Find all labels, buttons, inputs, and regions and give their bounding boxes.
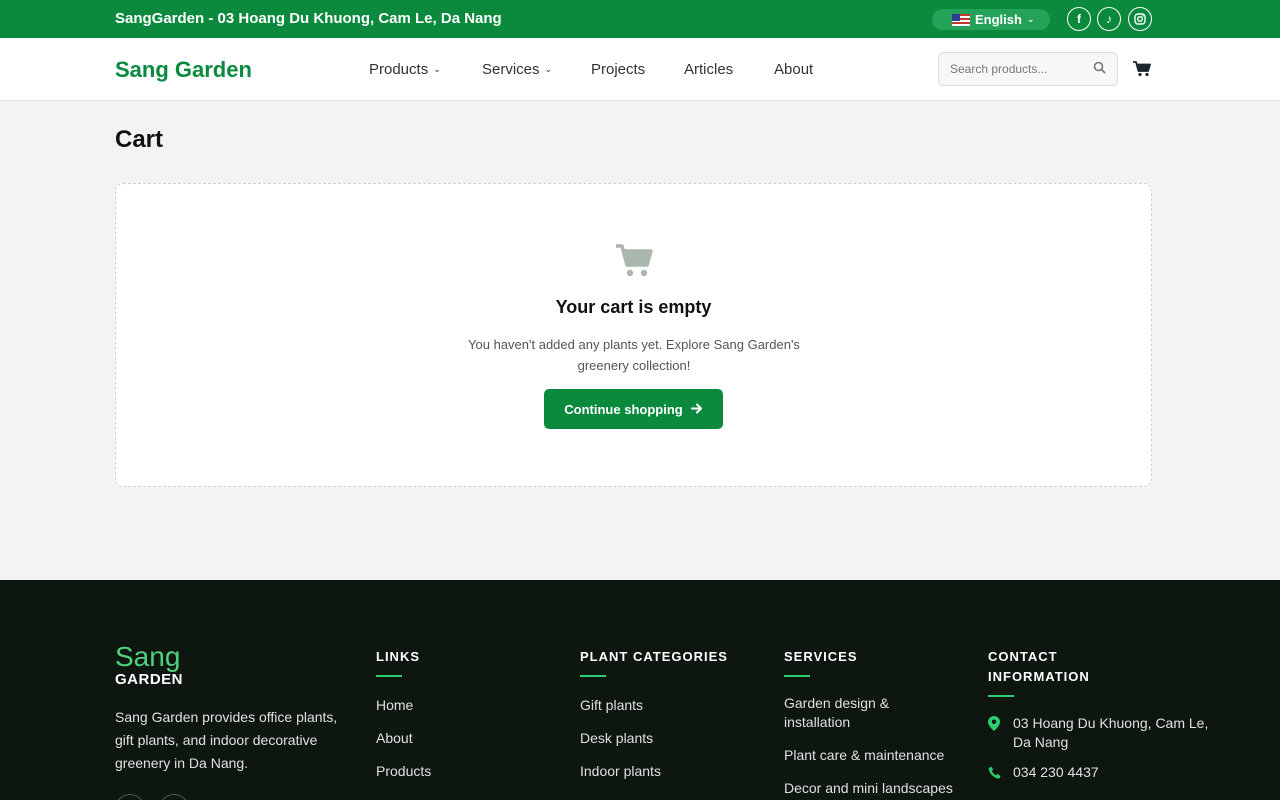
empty-cart-title: Your cart is empty bbox=[555, 297, 712, 317]
map-pin-icon bbox=[988, 716, 1000, 736]
footer-services-heading: SERVICES bbox=[784, 647, 858, 677]
facebook-icon[interactable]: f bbox=[1067, 7, 1091, 31]
store-address: SangGarden - 03 Hoang Du Khuong, Cam Le,… bbox=[115, 10, 502, 27]
top-bar: SangGarden - 03 Hoang Du Khuong, Cam Le,… bbox=[0, 0, 1280, 38]
language-selector[interactable]: English ⌄ bbox=[932, 9, 1050, 30]
main-header: Sang Garden Products ⌄ Services ⌄ Projects… bbox=[0, 38, 1280, 101]
footer-contact-address: 03 Hoang Du Khuong, Cam Le, Da Nang bbox=[1013, 715, 1209, 750]
chevron-down-icon: ⌄ bbox=[433, 64, 441, 74]
continue-shopping-label: Continue shopping bbox=[564, 401, 683, 417]
search-icon[interactable] bbox=[1093, 61, 1106, 79]
footer-service-decor[interactable]: Decor and mini landscapes bbox=[784, 779, 953, 798]
footer-social-icon[interactable] bbox=[159, 794, 189, 800]
nav-articles[interactable]: Articles bbox=[684, 61, 733, 78]
search-box bbox=[938, 52, 1118, 86]
site-footer: Sang GARDEN Sang Garden provides office … bbox=[0, 580, 1280, 800]
continue-shopping-button[interactable]: Continue shopping bbox=[544, 389, 723, 429]
footer-contact-heading: CONTACT INFORMATION bbox=[988, 647, 1108, 697]
instagram-icon[interactable] bbox=[1128, 7, 1152, 31]
footer-category-gift[interactable]: Gift plants bbox=[580, 696, 643, 715]
footer-logo-bottom: GARDEN bbox=[115, 671, 184, 688]
nav-services[interactable]: Services ⌄ bbox=[482, 61, 552, 78]
chevron-down-icon: ⌄ bbox=[1026, 14, 1035, 24]
search-input[interactable] bbox=[950, 53, 1090, 85]
footer-logo-top: Sang bbox=[115, 641, 181, 672]
footer-contact-phone[interactable]: 034 230 4437 bbox=[1013, 763, 1099, 782]
nav-products[interactable]: Products ⌄ bbox=[369, 61, 441, 78]
footer-category-indoor[interactable]: Indoor plants bbox=[580, 762, 661, 781]
tiktok-icon[interactable]: ♪ bbox=[1097, 7, 1121, 31]
phone-icon bbox=[988, 766, 1002, 785]
footer-link-home[interactable]: Home bbox=[376, 696, 413, 715]
footer-social-icon[interactable] bbox=[115, 794, 145, 800]
empty-cart-card: Your cart is empty You haven't added any… bbox=[115, 183, 1152, 487]
footer-description: Sang Garden provides office plants, gift… bbox=[115, 709, 338, 771]
us-flag-icon bbox=[952, 13, 970, 26]
footer-category-desk[interactable]: Desk plants bbox=[580, 729, 653, 748]
footer-service-design[interactable]: Garden design & installation bbox=[784, 694, 914, 732]
footer-service-care[interactable]: Plant care & maintenance bbox=[784, 746, 944, 765]
language-label: English bbox=[975, 12, 1022, 27]
footer-links-heading: LINKS bbox=[376, 647, 420, 677]
arrow-right-icon bbox=[690, 402, 703, 417]
cart-icon[interactable] bbox=[1133, 61, 1151, 82]
nav-label: Products bbox=[369, 61, 429, 78]
page-title: Cart bbox=[115, 126, 164, 153]
site-logo[interactable]: Sang Garden bbox=[115, 57, 252, 83]
chevron-down-icon: ⌄ bbox=[544, 64, 553, 74]
nav-label: Services bbox=[482, 61, 540, 78]
footer-link-products[interactable]: Products bbox=[376, 762, 431, 781]
empty-cart-icon bbox=[615, 244, 653, 283]
footer-categories-heading: PLANT CATEGORIES bbox=[580, 647, 728, 677]
empty-cart-message: You haven't added any plants yet. Explor… bbox=[468, 337, 800, 373]
nav-projects[interactable]: Projects bbox=[591, 61, 645, 78]
footer-link-about[interactable]: About bbox=[376, 729, 413, 748]
nav-about[interactable]: About bbox=[774, 61, 813, 78]
